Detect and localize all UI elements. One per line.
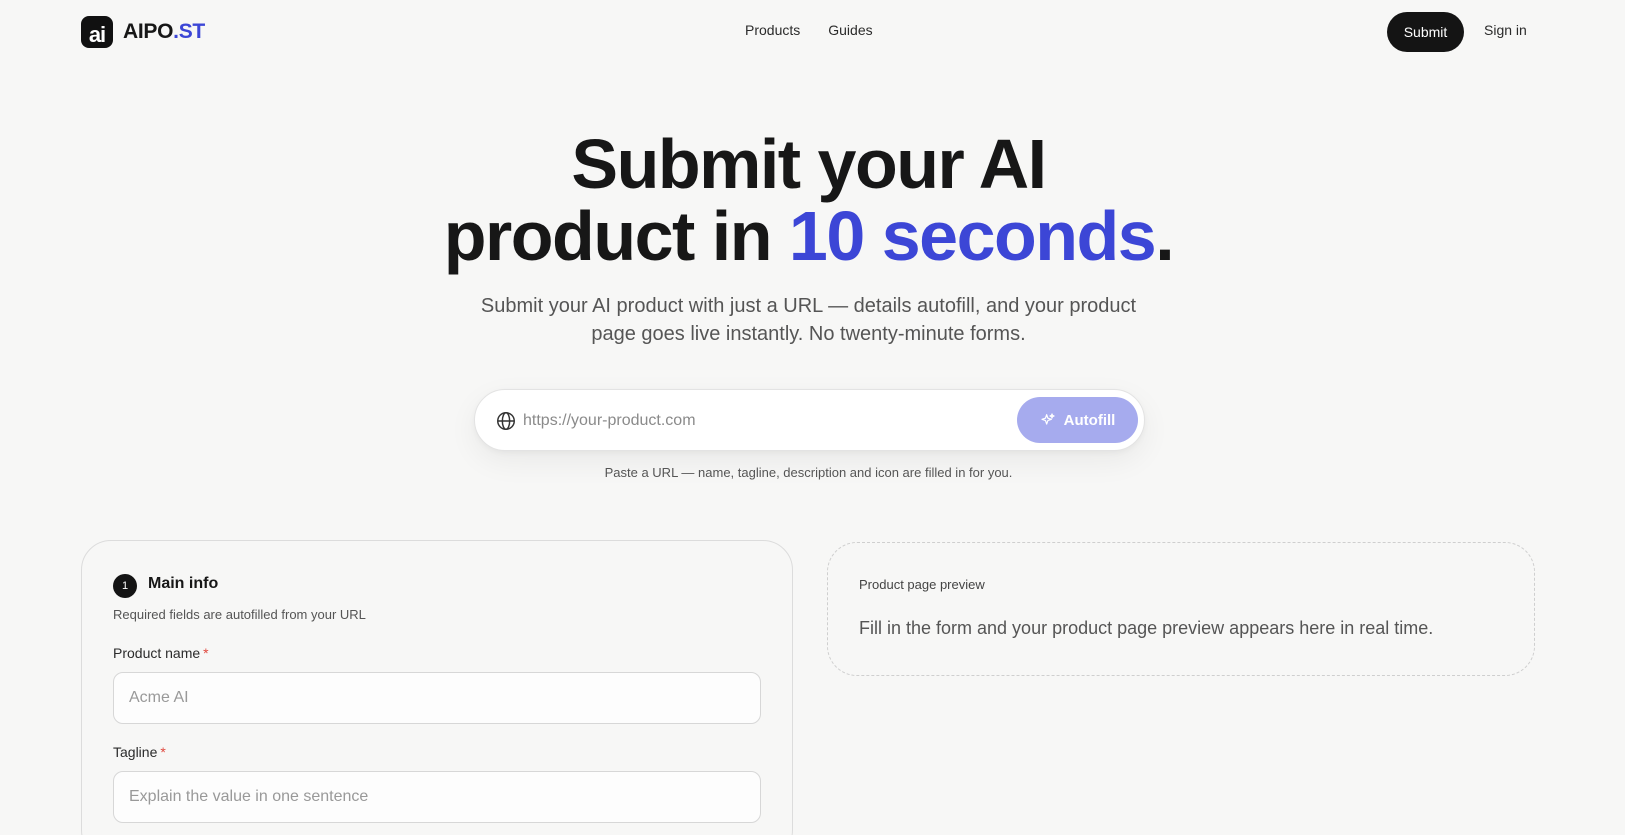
tagline-label: Tagline * (113, 744, 166, 760)
globe-icon (497, 412, 515, 430)
autofill-button[interactable]: Autofill (1017, 397, 1138, 443)
product-name-label: Product name * (113, 645, 209, 661)
nav-products[interactable]: Products (745, 22, 800, 38)
hero-title-line2-pre: product in (443, 197, 789, 275)
hero-title-highlight: 10 seconds (788, 197, 1157, 275)
hero-title: Submit your AI product in 10 seconds. (0, 128, 1617, 272)
required-mark: * (203, 645, 209, 661)
hero-subtitle: Submit your AI product with just a URL —… (480, 295, 1137, 345)
main-nav: Products Guides (745, 22, 873, 38)
step-number: 1 (113, 574, 137, 598)
card-title: Main info (148, 575, 219, 592)
preview-placeholder-text: Fill in the form and your product page p… (859, 618, 1434, 638)
logo[interactable]: ai AIPO.ST (81, 16, 205, 48)
submit-button[interactable]: Submit (1387, 12, 1464, 52)
product-name-input[interactable] (113, 672, 761, 724)
sign-in-link[interactable]: Sign in (1484, 22, 1527, 38)
url-hint: Paste a URL — name, tagline, description… (604, 465, 1013, 480)
required-mark: * (160, 744, 166, 760)
hero-title-line1: Submit your AI (571, 125, 1047, 203)
tagline-input[interactable] (113, 771, 761, 823)
logo-text-accent: .ST (173, 20, 205, 43)
site-header: ai AIPO.ST Products Guides Submit Sign i… (0, 0, 1625, 64)
hero-title-period: . (1155, 197, 1174, 275)
url-input[interactable] (523, 402, 983, 440)
logo-text: AIPO.ST (123, 20, 205, 44)
nav-guides[interactable]: Guides (828, 22, 872, 38)
logo-mark: ai (81, 16, 113, 48)
logo-text-main: AIPO (123, 20, 174, 43)
product-name-label-text: Product name (113, 645, 201, 661)
card-subtitle: Required fields are autofilled from your… (113, 607, 366, 622)
product-page-preview: Product page preview Fill in the form an… (827, 542, 1535, 676)
sparkle-icon (1041, 413, 1055, 425)
url-form: Autofill (474, 389, 1145, 451)
preview-label: Product page preview (859, 577, 985, 592)
tagline-label-text: Tagline (113, 744, 158, 760)
main-info-card: 1 Main info Required fields are autofill… (81, 540, 793, 835)
autofill-label: Autofill (1063, 411, 1116, 429)
